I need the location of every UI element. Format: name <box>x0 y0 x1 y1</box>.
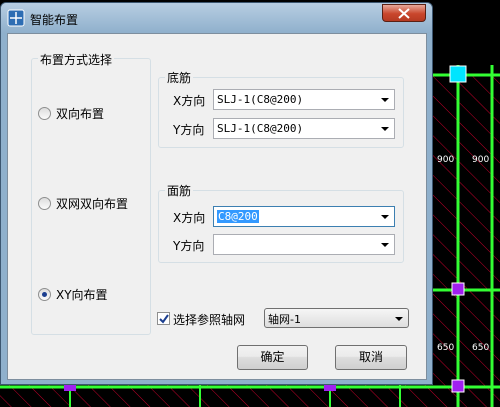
radio-bidirectional[interactable]: 双向布置 <box>38 105 104 122</box>
dimension-label: 650 <box>437 343 454 353</box>
layout-mode-group: 布置方式选择 双向布置 双网双向布置 XY向布置 <box>31 51 151 335</box>
top-y-combo[interactable] <box>213 234 395 255</box>
dimension-label: 900 <box>472 155 489 165</box>
radio-label: XY向布置 <box>56 288 108 302</box>
y-direction-label: Y方向 <box>173 123 205 137</box>
dropdown-arrow-icon[interactable] <box>381 243 389 247</box>
group-title: 面筋 <box>165 182 194 199</box>
radio-xy[interactable]: XY向布置 <box>38 286 108 303</box>
checkmark-icon <box>159 314 169 324</box>
smart-layout-dialog: 智能布置 布置方式选择 双向布置 双网双向布置 XY向布置 底筋 X方向 SLJ… <box>0 2 433 385</box>
bottom-y-combo[interactable]: SLJ-1(C8@200) <box>213 118 395 139</box>
y-direction-label: Y方向 <box>173 239 205 253</box>
group-title: 布置方式选择 <box>38 51 115 68</box>
dropdown-arrow-icon[interactable] <box>381 127 389 131</box>
title-bar[interactable]: 智能布置 <box>1 3 432 33</box>
combo-value: SLJ-1(C8@200) <box>217 122 304 135</box>
dimension-label: 650 <box>472 343 489 353</box>
combo-value: 轴网-1 <box>268 313 301 326</box>
bottom-rebar-group: 底筋 X方向 SLJ-1(C8@200) Y方向 SLJ-1(C8@200) <box>158 69 404 148</box>
top-x-combo[interactable]: C8@200 <box>213 206 395 227</box>
selected-node-marker[interactable] <box>449 65 467 83</box>
dimension-label: 900 <box>437 155 454 165</box>
x-direction-label: X方向 <box>173 211 206 225</box>
group-title: 底筋 <box>165 69 194 86</box>
bottom-x-combo[interactable]: SLJ-1(C8@200) <box>213 89 395 110</box>
radio-double-mesh[interactable]: 双网双向布置 <box>38 195 128 212</box>
dropdown-arrow-icon[interactable] <box>395 317 403 321</box>
x-direction-label: X方向 <box>173 94 206 108</box>
close-button[interactable] <box>382 4 426 22</box>
dialog-client-area: 布置方式选择 双向布置 双网双向布置 XY向布置 底筋 X方向 SLJ-1(C8… <box>7 33 427 380</box>
radio-label: 双向布置 <box>56 107 105 121</box>
radio-circle[interactable] <box>38 197 51 210</box>
dialog-title: 智能布置 <box>30 13 79 27</box>
axis-reference-checkbox[interactable] <box>157 312 170 325</box>
axis-reference-label[interactable]: 选择参照轴网 <box>173 311 245 328</box>
close-icon <box>398 8 410 19</box>
hatch-area <box>433 75 500 407</box>
top-rebar-group: 面筋 X方向 C8@200 Y方向 <box>158 182 404 263</box>
cancel-button[interactable]: 取消 <box>335 345 407 370</box>
node-marker[interactable] <box>451 282 465 296</box>
radio-circle[interactable] <box>38 107 51 120</box>
app-icon <box>7 9 25 27</box>
axis-combo[interactable]: 轴网-1 <box>264 308 409 328</box>
node-marker[interactable] <box>451 379 465 393</box>
combo-value: C8@200 <box>217 210 259 223</box>
radio-circle-checked[interactable] <box>38 288 51 301</box>
radio-label: 双网双向布置 <box>56 197 129 211</box>
dropdown-arrow-icon[interactable] <box>381 215 389 219</box>
dropdown-arrow-icon[interactable] <box>381 98 389 102</box>
ok-button[interactable]: 确定 <box>237 345 308 370</box>
combo-value: SLJ-1(C8@200) <box>217 93 304 106</box>
